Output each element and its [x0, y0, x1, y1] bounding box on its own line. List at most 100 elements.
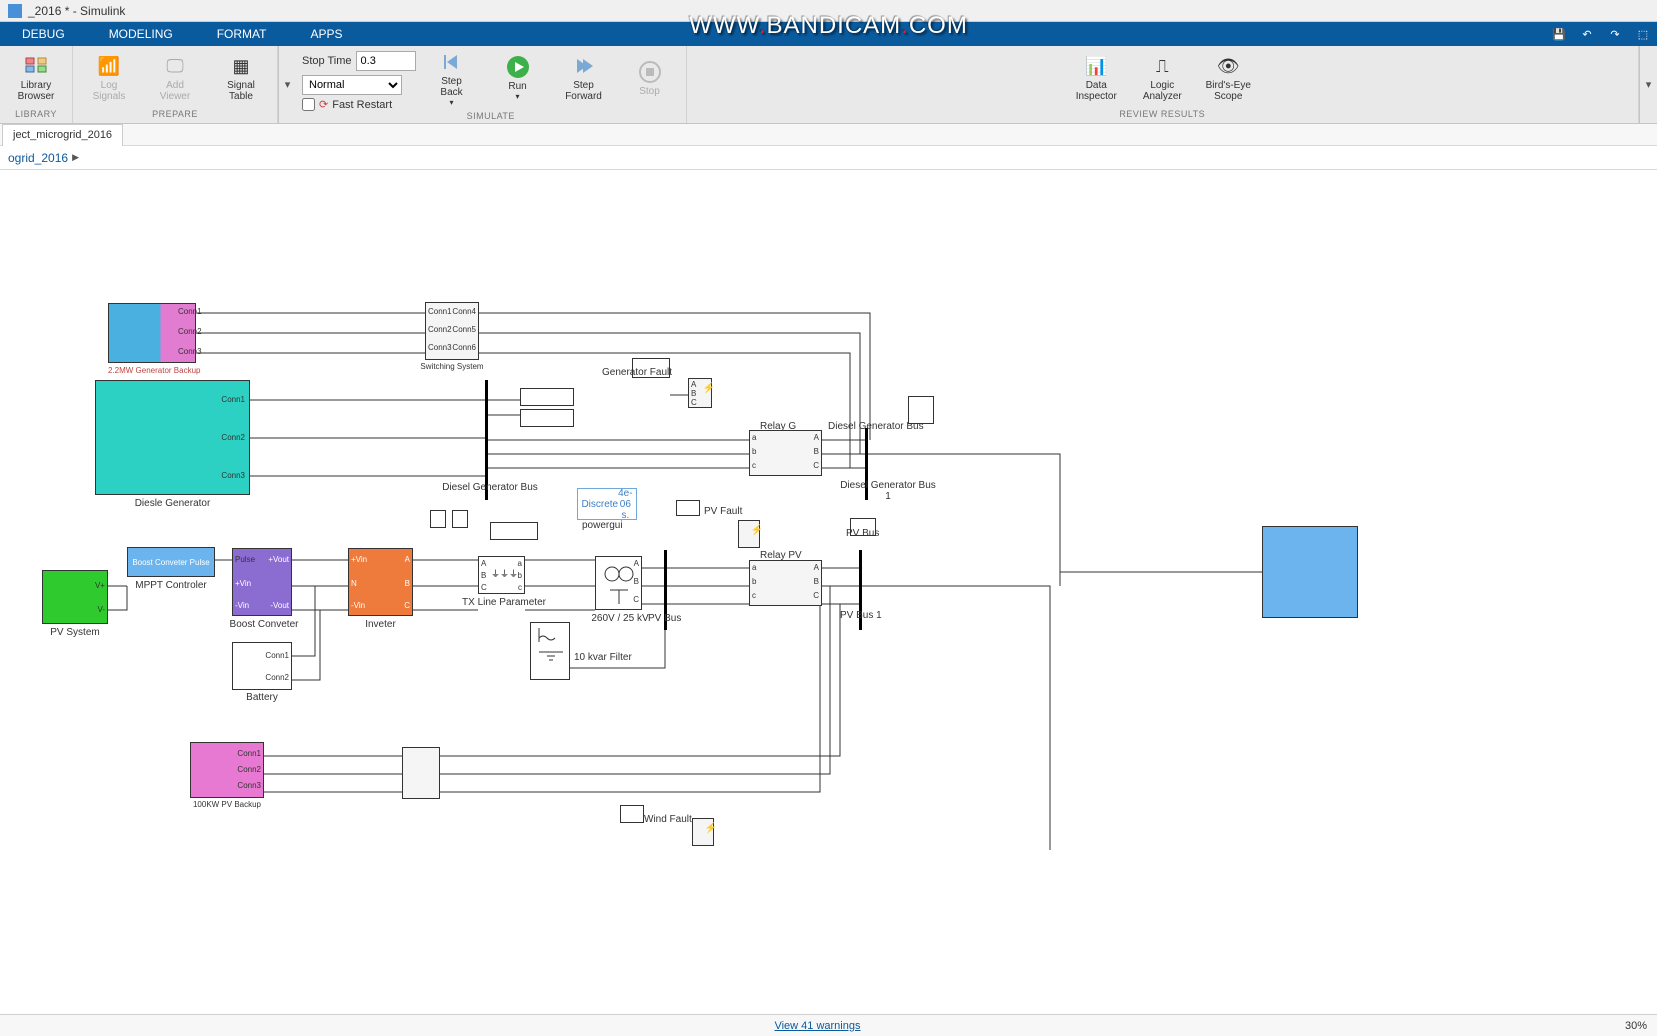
section-review: 📊 Data Inspector ⎍ Logic Analyzer 👁 Bird…: [687, 46, 1639, 123]
run-button[interactable]: Run▾: [488, 48, 548, 108]
stop-icon: [638, 60, 662, 84]
block-filter[interactable]: [530, 622, 570, 680]
model-canvas[interactable]: Conn1 Conn2 Conn3 2.2MW Generator Backup…: [0, 170, 1657, 1020]
block-pv-fault[interactable]: ⚡: [738, 520, 760, 548]
status-bar: View 41 warnings 30%: [0, 1014, 1657, 1036]
label-inverter: Inveter: [348, 619, 413, 630]
chevron-right-icon: ▶: [72, 152, 79, 163]
block-transformer[interactable]: A B C: [595, 556, 642, 610]
block-boost-converter[interactable]: Pulse +Vin -Vin +Vout -Vout: [232, 548, 292, 616]
fast-restart-checkbox[interactable]: ⟳ Fast Restart: [302, 98, 416, 111]
block-txline[interactable]: A B C a b c ⏚⏚⏚: [478, 556, 525, 594]
signal-table-button[interactable]: ▦ Signal Table: [211, 48, 271, 108]
label-relay-pv: Relay PV: [760, 550, 802, 561]
block-vmeas[interactable]: [430, 510, 446, 528]
label-powergui: powergui: [582, 520, 623, 531]
label-filter: 10 kvar Filter: [574, 652, 632, 663]
section-library: Library Browser LIBRARY: [0, 46, 73, 123]
add-viewer-button[interactable]: 🖵 Add Viewer: [145, 48, 205, 108]
window-title: _2016 * - Simulink: [28, 4, 125, 18]
label-boost: Boost Conveter: [224, 619, 304, 630]
block-wind-fault[interactable]: ⚡: [692, 818, 714, 846]
block-scope2[interactable]: [520, 409, 574, 427]
data-inspector-button[interactable]: 📊 Data Inspector: [1066, 48, 1126, 108]
redo-icon[interactable]: ↷: [1601, 22, 1629, 46]
section-prepare: 📶 Log Signals 🖵 Add Viewer ▦ Signal Tabl…: [73, 46, 278, 123]
save-icon[interactable]: 💾: [1545, 22, 1573, 46]
step-back-button[interactable]: Step Back▾: [422, 48, 482, 108]
stop-button[interactable]: Stop: [620, 48, 680, 108]
tab-format[interactable]: FORMAT: [195, 22, 289, 46]
block-powergui[interactable]: Discrete 4e-06 s.: [577, 488, 637, 520]
label-pv-bus: PV Bus: [648, 613, 681, 624]
label-diesel-bus-1: Diesel Generator Bus 1: [828, 480, 948, 502]
block-inverter[interactable]: +Vin N -Vin A B C: [348, 548, 413, 616]
toolstrip-tabs: DEBUG MODELING FORMAT APPS 💾 ↶ ↷ ⬚: [0, 22, 1657, 46]
sim-mode-select[interactable]: Normal: [302, 75, 402, 95]
label-diesel-bus: Diesel Generator Bus: [430, 482, 550, 493]
block-imeas[interactable]: [452, 510, 468, 528]
stop-time-label: Stop Time: [302, 55, 352, 67]
block-scope3[interactable]: [490, 522, 538, 540]
step-forward-button[interactable]: Step Forward: [554, 48, 614, 108]
block-relay-pv[interactable]: a b c A B C: [749, 560, 822, 606]
log-signals-icon: 📶: [97, 54, 121, 78]
block-battery[interactable]: Conn1 Conn2: [232, 642, 292, 690]
library-icon: [24, 54, 48, 78]
label-relay-g: Relay G: [760, 421, 796, 432]
label-pv-bus-top: PV Bus: [846, 528, 879, 539]
label-pv-backup: 100KW PV Backup: [190, 800, 264, 809]
block-pv-backup[interactable]: Conn1 Conn2 Conn3: [190, 742, 264, 798]
breadcrumb[interactable]: ogrid_2016▶: [0, 146, 1657, 170]
warnings-link[interactable]: View 41 warnings: [10, 1020, 1625, 1032]
run-icon: [506, 55, 530, 79]
block-wind-fault-step[interactable]: [620, 805, 644, 823]
library-browser-button[interactable]: Library Browser: [6, 48, 66, 108]
label-pv-system: PV System: [42, 627, 108, 638]
birds-eye-icon: 👁: [1216, 54, 1240, 78]
label-gen-fault: Generator Fault: [602, 367, 672, 378]
block-pv-system[interactable]: V+ V-: [42, 570, 108, 624]
label-diesel-generator: Diesle Generator: [95, 498, 250, 509]
block-switching-system[interactable]: Conn1 Conn2 Conn3 Conn4 Conn5 Conn6: [425, 302, 479, 360]
tab-modeling[interactable]: MODELING: [87, 22, 195, 46]
label-transformer: 260V / 25 kV: [585, 613, 655, 624]
block-mppt[interactable]: Boost Conveter Pulse: [127, 547, 215, 577]
block-pv-fault-step[interactable]: [676, 500, 700, 516]
zoom-level[interactable]: 30%: [1625, 1020, 1647, 1032]
review-expand[interactable]: ▾: [1639, 46, 1657, 123]
title-bar: _2016 * - Simulink: [0, 0, 1657, 22]
block-scope1[interactable]: [520, 388, 574, 406]
file-tab[interactable]: ject_microgrid_2016: [2, 124, 123, 146]
app-icon: [8, 4, 22, 18]
logic-analyzer-button[interactable]: ⎍ Logic Analyzer: [1132, 48, 1192, 108]
label-switching: Switching System: [420, 362, 484, 371]
block-relay-g[interactable]: a b c A B C: [749, 430, 822, 476]
signal-table-icon: ▦: [229, 54, 253, 78]
label-mppt: MPPT Controler: [127, 580, 215, 591]
label-backup-generator: 2.2MW Generator Backup: [108, 366, 196, 375]
prepare-expand[interactable]: ▾: [278, 46, 296, 123]
step-forward-icon: [572, 54, 596, 78]
step-back-icon: [440, 50, 464, 74]
logic-analyzer-icon: ⎍: [1150, 54, 1174, 78]
label-pv-bus-1: PV Bus 1: [840, 610, 882, 621]
tab-apps[interactable]: APPS: [288, 22, 364, 46]
toolstrip: Library Browser LIBRARY 📶 Log Signals 🖵 …: [0, 46, 1657, 124]
block-diesel-generator[interactable]: Conn1 Conn2 Conn3: [95, 380, 250, 495]
birds-eye-scope-button[interactable]: 👁 Bird's-Eye Scope: [1198, 48, 1258, 108]
block-pv-backup-switch[interactable]: [402, 747, 440, 799]
stop-time-input[interactable]: [356, 51, 416, 71]
block-load[interactable]: [1262, 526, 1358, 618]
add-viewer-icon: 🖵: [163, 54, 187, 78]
label-pv-fault: PV Fault: [704, 506, 742, 517]
tab-debug[interactable]: DEBUG: [0, 22, 87, 46]
data-inspector-icon: 📊: [1084, 54, 1108, 78]
undo-icon[interactable]: ↶: [1573, 22, 1601, 46]
fullscreen-icon[interactable]: ⬚: [1629, 22, 1657, 46]
block-diesel-scope[interactable]: [908, 396, 934, 424]
block-gen-fault[interactable]: ABC ⚡: [688, 378, 712, 408]
file-tab-row: ject_microgrid_2016: [0, 124, 1657, 146]
log-signals-button[interactable]: 📶 Log Signals: [79, 48, 139, 108]
label-txline: TX Line Parameter: [454, 597, 554, 608]
